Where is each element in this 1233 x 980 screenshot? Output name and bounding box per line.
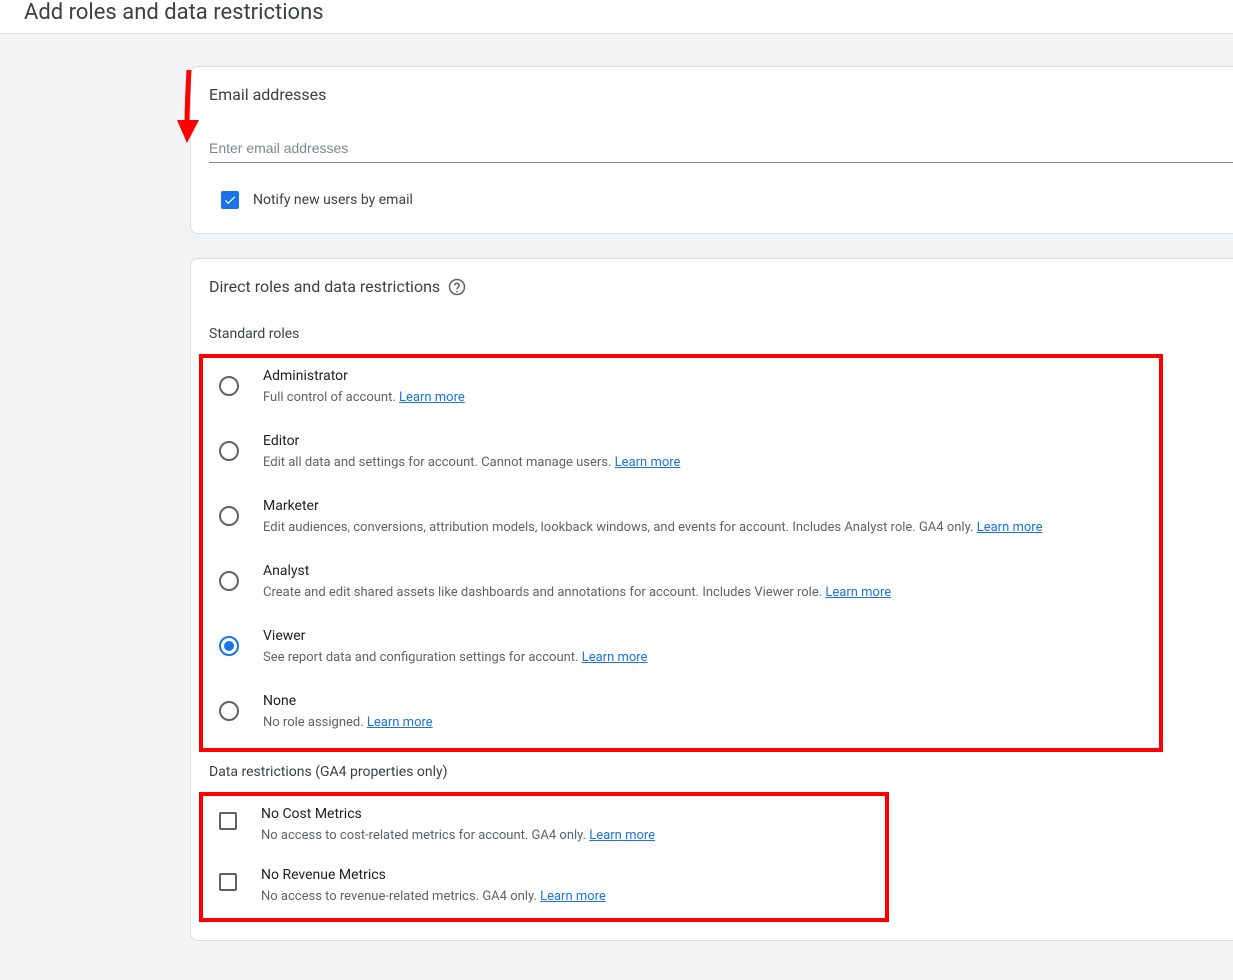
restrictions-heading: Data restrictions (GA4 properties only) [209, 764, 1233, 780]
role-item-none[interactable]: None No role assigned. Learn more [209, 683, 1159, 748]
role-item-viewer[interactable]: Viewer See report data and configuration … [209, 618, 1159, 683]
role-item-analyst[interactable]: Analyst Create and edit shared assets lik… [209, 553, 1159, 618]
role-desc: Full control of account. Learn more [263, 390, 1137, 405]
role-radio-administrator[interactable] [219, 376, 239, 396]
email-section-title: Email addresses [209, 85, 1233, 104]
email-input[interactable] [209, 134, 1233, 163]
annotation-box-roles: Administrator Full control of account. Le… [199, 354, 1163, 752]
role-radio-none[interactable] [219, 701, 239, 721]
role-name: None [263, 693, 1137, 709]
learn-more-link[interactable]: Learn more [977, 520, 1043, 535]
role-desc: No role assigned. Learn more [263, 715, 1137, 730]
role-radio-viewer[interactable] [219, 636, 239, 656]
role-radio-editor[interactable] [219, 441, 239, 461]
standard-roles-heading: Standard roles [209, 326, 1233, 342]
check-icon [223, 193, 237, 207]
role-name: Editor [263, 433, 1137, 449]
role-item-marketer[interactable]: Marketer Edit audiences, conversions, att… [209, 488, 1159, 553]
restriction-item-no-revenue[interactable]: No Revenue Metrics No access to revenue-r… [209, 857, 885, 918]
learn-more-link[interactable]: Learn more [540, 889, 606, 904]
notify-label: Notify new users by email [253, 192, 413, 208]
role-list: Administrator Full control of account. Le… [209, 358, 1159, 748]
notify-row[interactable]: Notify new users by email [221, 191, 1233, 209]
annotation-box-restrictions: No Cost Metrics No access to cost-related… [199, 792, 889, 922]
restrictions-list: No Cost Metrics No access to cost-related… [209, 796, 885, 918]
learn-more-link[interactable]: Learn more [825, 585, 891, 600]
role-radio-marketer[interactable] [219, 506, 239, 526]
role-desc: Create and edit shared assets like dashb… [263, 585, 1137, 600]
page-title: Add roles and data restrictions [24, 0, 1209, 25]
help-icon[interactable] [448, 278, 466, 296]
roles-card: Direct roles and data restrictions Stand… [190, 258, 1233, 941]
roles-section-title: Direct roles and data restrictions [209, 277, 440, 296]
learn-more-link[interactable]: Learn more [589, 828, 655, 843]
role-item-administrator[interactable]: Administrator Full control of account. Le… [209, 358, 1159, 423]
role-desc: Edit all data and settings for account. … [263, 455, 1137, 470]
role-item-editor[interactable]: Editor Edit all data and settings for acc… [209, 423, 1159, 488]
restriction-desc: No access to cost-related metrics for ac… [261, 828, 863, 843]
role-desc: See report data and configuration settin… [263, 650, 1137, 665]
restriction-name: No Revenue Metrics [261, 867, 863, 883]
page-header: Add roles and data restrictions [0, 0, 1233, 34]
restriction-checkbox-no-cost[interactable] [219, 812, 237, 830]
learn-more-link[interactable]: Learn more [615, 455, 681, 470]
email-card: Email addresses Notify new users by emai… [190, 66, 1233, 234]
learn-more-link[interactable]: Learn more [367, 715, 433, 730]
role-radio-analyst[interactable] [219, 571, 239, 591]
notify-checkbox[interactable] [221, 191, 239, 209]
restriction-checkbox-no-revenue[interactable] [219, 873, 237, 891]
role-name: Marketer [263, 498, 1137, 514]
restriction-item-no-cost[interactable]: No Cost Metrics No access to cost-related… [209, 796, 885, 857]
content-area: Email addresses Notify new users by emai… [190, 66, 1233, 941]
restriction-name: No Cost Metrics [261, 806, 863, 822]
role-name: Administrator [263, 368, 1137, 384]
learn-more-link[interactable]: Learn more [582, 650, 648, 665]
role-desc: Edit audiences, conversions, attribution… [263, 520, 1137, 535]
role-name: Analyst [263, 563, 1137, 579]
restriction-desc: No access to revenue-related metrics. GA… [261, 889, 863, 904]
learn-more-link[interactable]: Learn more [399, 390, 465, 405]
role-name: Viewer [263, 628, 1137, 644]
